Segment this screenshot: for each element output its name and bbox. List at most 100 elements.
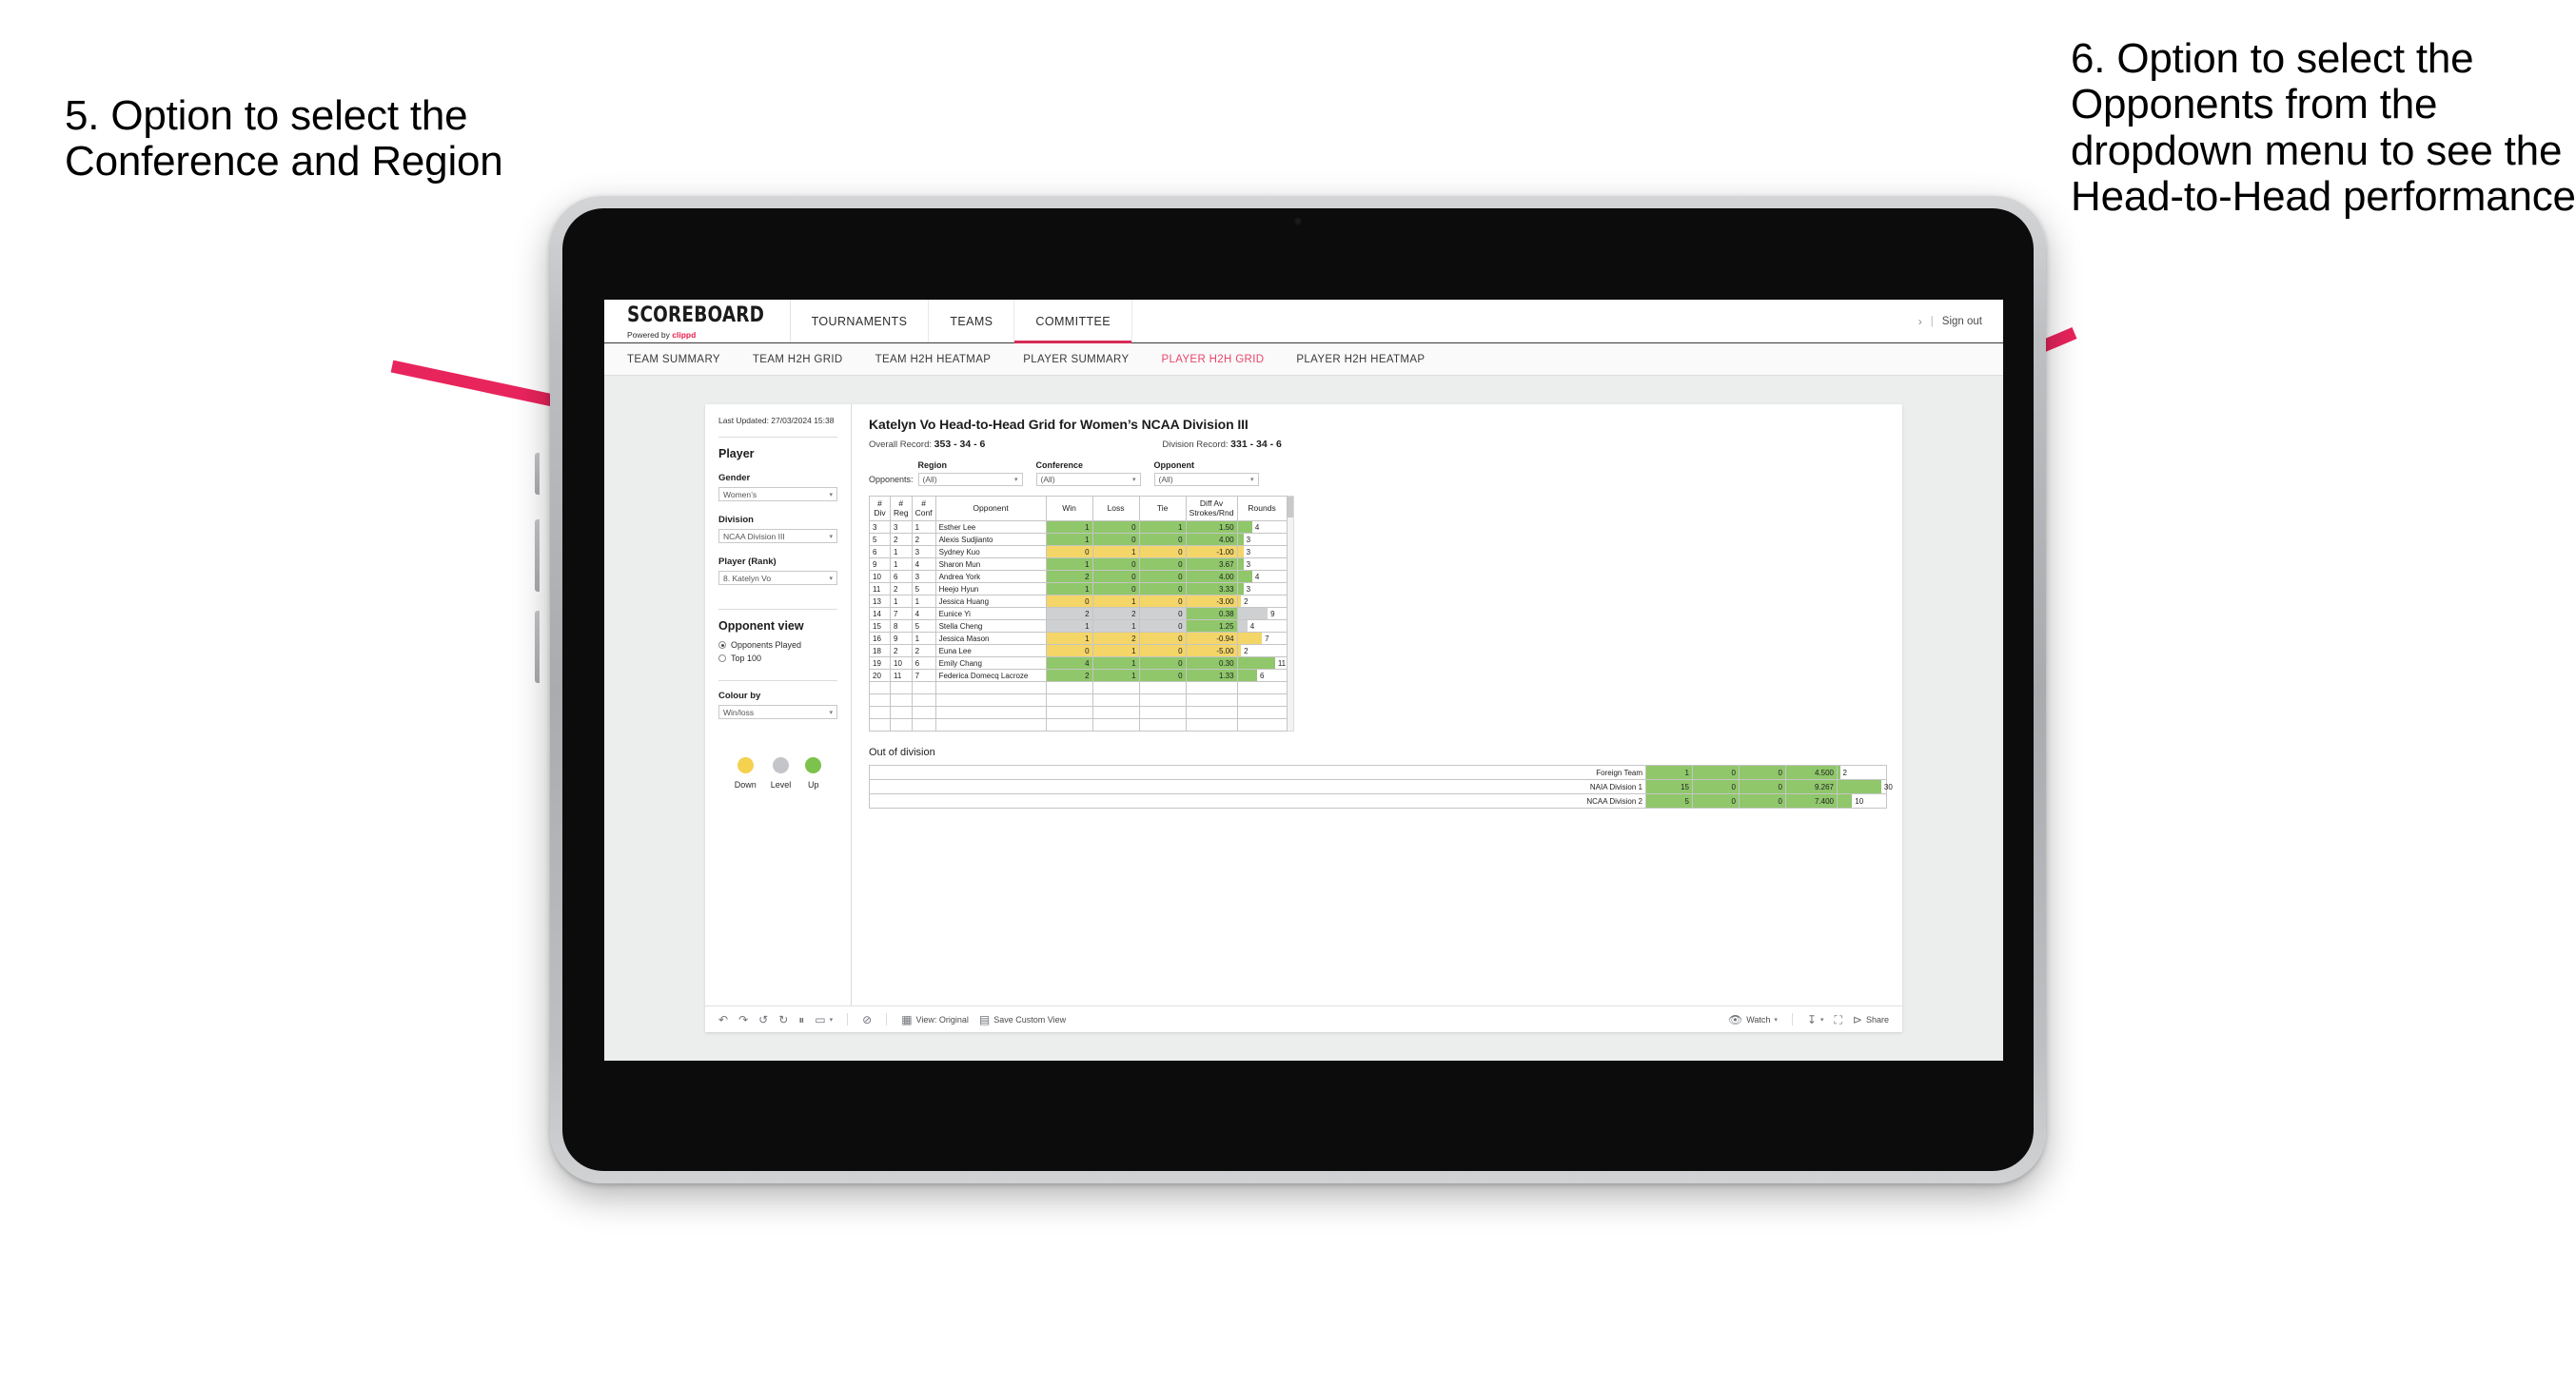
cell-loss: 1 <box>1091 656 1140 670</box>
cell-reg: 1 <box>890 545 913 558</box>
device-button-volume-down[interactable] <box>535 611 540 683</box>
cell-div: 9 <box>869 557 891 571</box>
col-conf-l1: # <box>921 498 926 508</box>
select-opponent[interactable]: (All) ▾ <box>1153 473 1259 486</box>
table-row[interactable]: 16 9 1 Jessica Mason 1 2 0 -0.94 7 <box>869 632 1288 645</box>
opponents-filter-label: Opponents: <box>869 475 914 484</box>
revert-icon[interactable]: ↺ <box>758 1014 768 1025</box>
table-row[interactable]: 14 7 4 Eunice Yi 2 2 0 0.38 9 <box>869 607 1288 620</box>
pause-auto-update-icon[interactable]: ⏸ <box>798 1014 804 1025</box>
cell-opponent: Andrea York <box>934 570 1047 583</box>
cell-conf: 3 <box>911 545 936 558</box>
sign-out-link[interactable]: Sign out <box>1942 316 1982 327</box>
tab-player-summary[interactable]: PLAYER SUMMARY <box>1023 354 1129 365</box>
tab-player-h2h-grid[interactable]: PLAYER H2H GRID <box>1161 354 1264 365</box>
cell-reg: 10 <box>890 656 913 670</box>
cell-empty <box>1138 706 1187 719</box>
table-row[interactable]: 19 10 6 Emily Chang 4 1 0 0.30 11 <box>869 656 1288 670</box>
table-row-empty <box>869 681 1288 694</box>
colour-legend: Down Level Up <box>718 757 837 790</box>
view-original-button[interactable]: ▦ View: Original <box>901 1014 969 1025</box>
radio-opponents-played[interactable]: Opponents Played <box>718 640 837 650</box>
cell-opponent: Jessica Mason <box>934 632 1047 645</box>
cell-opponent: Stella Cheng <box>934 619 1047 633</box>
undo-icon[interactable]: ↶ <box>718 1014 728 1025</box>
save-custom-view-button[interactable]: ▤ Save Custom View <box>979 1014 1066 1025</box>
table-row[interactable]: 13 1 1 Jessica Huang 0 1 0 -3.00 2 <box>869 595 1288 608</box>
grid-scrollbar[interactable] <box>1287 496 1294 732</box>
nav-teams[interactable]: TEAMS <box>929 300 1015 342</box>
out-of-division-row[interactable]: NAIA Division 1 15 0 0 9.267 30 <box>869 779 1893 794</box>
cell-tie: 0 <box>1138 595 1187 608</box>
watch-button[interactable]: 👁 Watch ▾ <box>1728 1014 1778 1025</box>
table-row[interactable]: 3 3 1 Esther Lee 1 0 1 1.50 4 <box>869 520 1288 534</box>
device-button-power[interactable] <box>535 453 540 495</box>
grid-scrollbar-thumb[interactable] <box>1287 497 1293 517</box>
chevron-down-icon: ▾ <box>1132 477 1136 483</box>
nav-tournaments[interactable]: TOURNAMENTS <box>791 300 930 342</box>
table-row[interactable]: 15 8 5 Stella Cheng 1 1 0 1.25 4 <box>869 619 1288 633</box>
cell-rounds: 9 <box>1236 607 1288 620</box>
radio-top-100[interactable]: Top 100 <box>718 654 837 663</box>
cell-empty <box>869 681 891 694</box>
toolbar-divider <box>886 1013 888 1025</box>
table-row[interactable]: 5 2 2 Alexis Sudjianto 1 0 0 4.00 3 <box>869 533 1288 546</box>
overall-record: Overall Record: 353 - 34 - 6 <box>869 439 985 450</box>
cell-diff: 4.00 <box>1185 533 1238 546</box>
col-conf-l2: Conf <box>914 507 933 517</box>
nav-committee[interactable]: COMMITTEE <box>1014 300 1132 343</box>
select-gender[interactable]: Women’s ▾ <box>718 487 837 502</box>
table-row[interactable]: 10 6 3 Andrea York 2 0 0 4.00 4 <box>869 570 1288 583</box>
rounds-bar <box>1238 620 1248 632</box>
cell-tie: 0 <box>1138 557 1187 571</box>
tab-team-h2h-grid[interactable]: TEAM H2H GRID <box>753 354 843 365</box>
fullscreen-icon[interactable]: ⛶ <box>1835 1014 1842 1025</box>
highlight-tool[interactable]: ▭ ▾ <box>815 1014 833 1025</box>
tab-team-h2h-heatmap[interactable]: TEAM H2H HEATMAP <box>875 354 992 365</box>
out-of-division-row[interactable]: Foreign Team 1 0 0 4.500 2 <box>869 765 1887 780</box>
select-colour-by[interactable]: Win/loss ▾ <box>718 705 837 720</box>
h2h-grid-header: # Div # Reg # Conf Opponent Win Loss Tie… <box>869 496 1288 521</box>
download-button[interactable]: ↧ ▾ <box>1807 1014 1824 1025</box>
tab-player-h2h-heatmap[interactable]: PLAYER H2H HEATMAP <box>1296 354 1425 365</box>
redo-icon[interactable]: ↷ <box>738 1014 748 1025</box>
chevron-right-icon[interactable]: › <box>1918 315 1922 328</box>
cell-conf: 4 <box>911 557 936 571</box>
select-division[interactable]: NCAA Division III ▾ <box>718 529 837 544</box>
col-reg-l2: Reg <box>894 507 909 517</box>
rounds-value: 4 <box>1254 572 1260 581</box>
out-of-division-row[interactable]: NCAA Division 2 5 0 0 7.400 10 <box>869 793 1887 809</box>
table-row[interactable]: 9 1 4 Sharon Mun 1 0 0 3.67 3 <box>869 557 1288 571</box>
chevron-down-icon: ▾ <box>1014 477 1018 483</box>
table-row[interactable]: 11 2 5 Heejo Hyun 1 0 0 3.33 3 <box>869 582 1288 595</box>
cell-win: 1 <box>1045 520 1093 534</box>
select-player-rank[interactable]: 8. Katelyn Vo ▾ <box>718 571 837 586</box>
cell-empty <box>1045 706 1093 719</box>
cell-win: 0 <box>1045 595 1093 608</box>
cell-empty <box>1091 681 1140 694</box>
sidebar-heading-opponent-view: Opponent view <box>718 619 804 634</box>
select-region[interactable]: (All) ▾ <box>917 473 1023 486</box>
cell-empty <box>934 693 1047 707</box>
rounds-value: 3 <box>1246 559 1251 569</box>
refresh-icon[interactable]: ↻ <box>778 1014 788 1025</box>
alert-icon[interactable]: ⊘ <box>862 1014 872 1025</box>
device-button-volume-up[interactable] <box>535 519 540 592</box>
cell-opponent: Jessica Huang <box>934 595 1047 608</box>
tab-team-summary[interactable]: TEAM SUMMARY <box>627 354 720 365</box>
cell-tie: 0 <box>1138 545 1187 558</box>
cell-tie: 0 <box>1138 607 1187 620</box>
select-conference[interactable]: (All) ▾ <box>1035 473 1141 486</box>
table-row[interactable]: 20 11 7 Federica Domecq Lacroze 2 1 0 1.33 6 <box>869 669 1288 682</box>
table-row[interactable]: 6 1 3 Sydney Kuo 0 1 0 -1.00 3 <box>869 545 1288 558</box>
table-row[interactable]: 18 2 2 Euna Lee 0 1 0 -5.00 2 <box>869 644 1288 657</box>
app-header: SCOREBOARD Powered by clippd TOURNAMENTS… <box>604 300 2003 343</box>
cell-diff: 1.50 <box>1185 520 1238 534</box>
cell-win: 1 <box>1045 557 1093 571</box>
table-row-empty <box>869 693 1288 707</box>
rounds-value: 4 <box>1249 621 1255 631</box>
col-reg: # Reg <box>890 496 913 521</box>
share-button[interactable]: ⊳ Share <box>1853 1014 1889 1025</box>
cell-empty <box>934 706 1047 719</box>
cell-tie: 0 <box>1138 669 1187 682</box>
